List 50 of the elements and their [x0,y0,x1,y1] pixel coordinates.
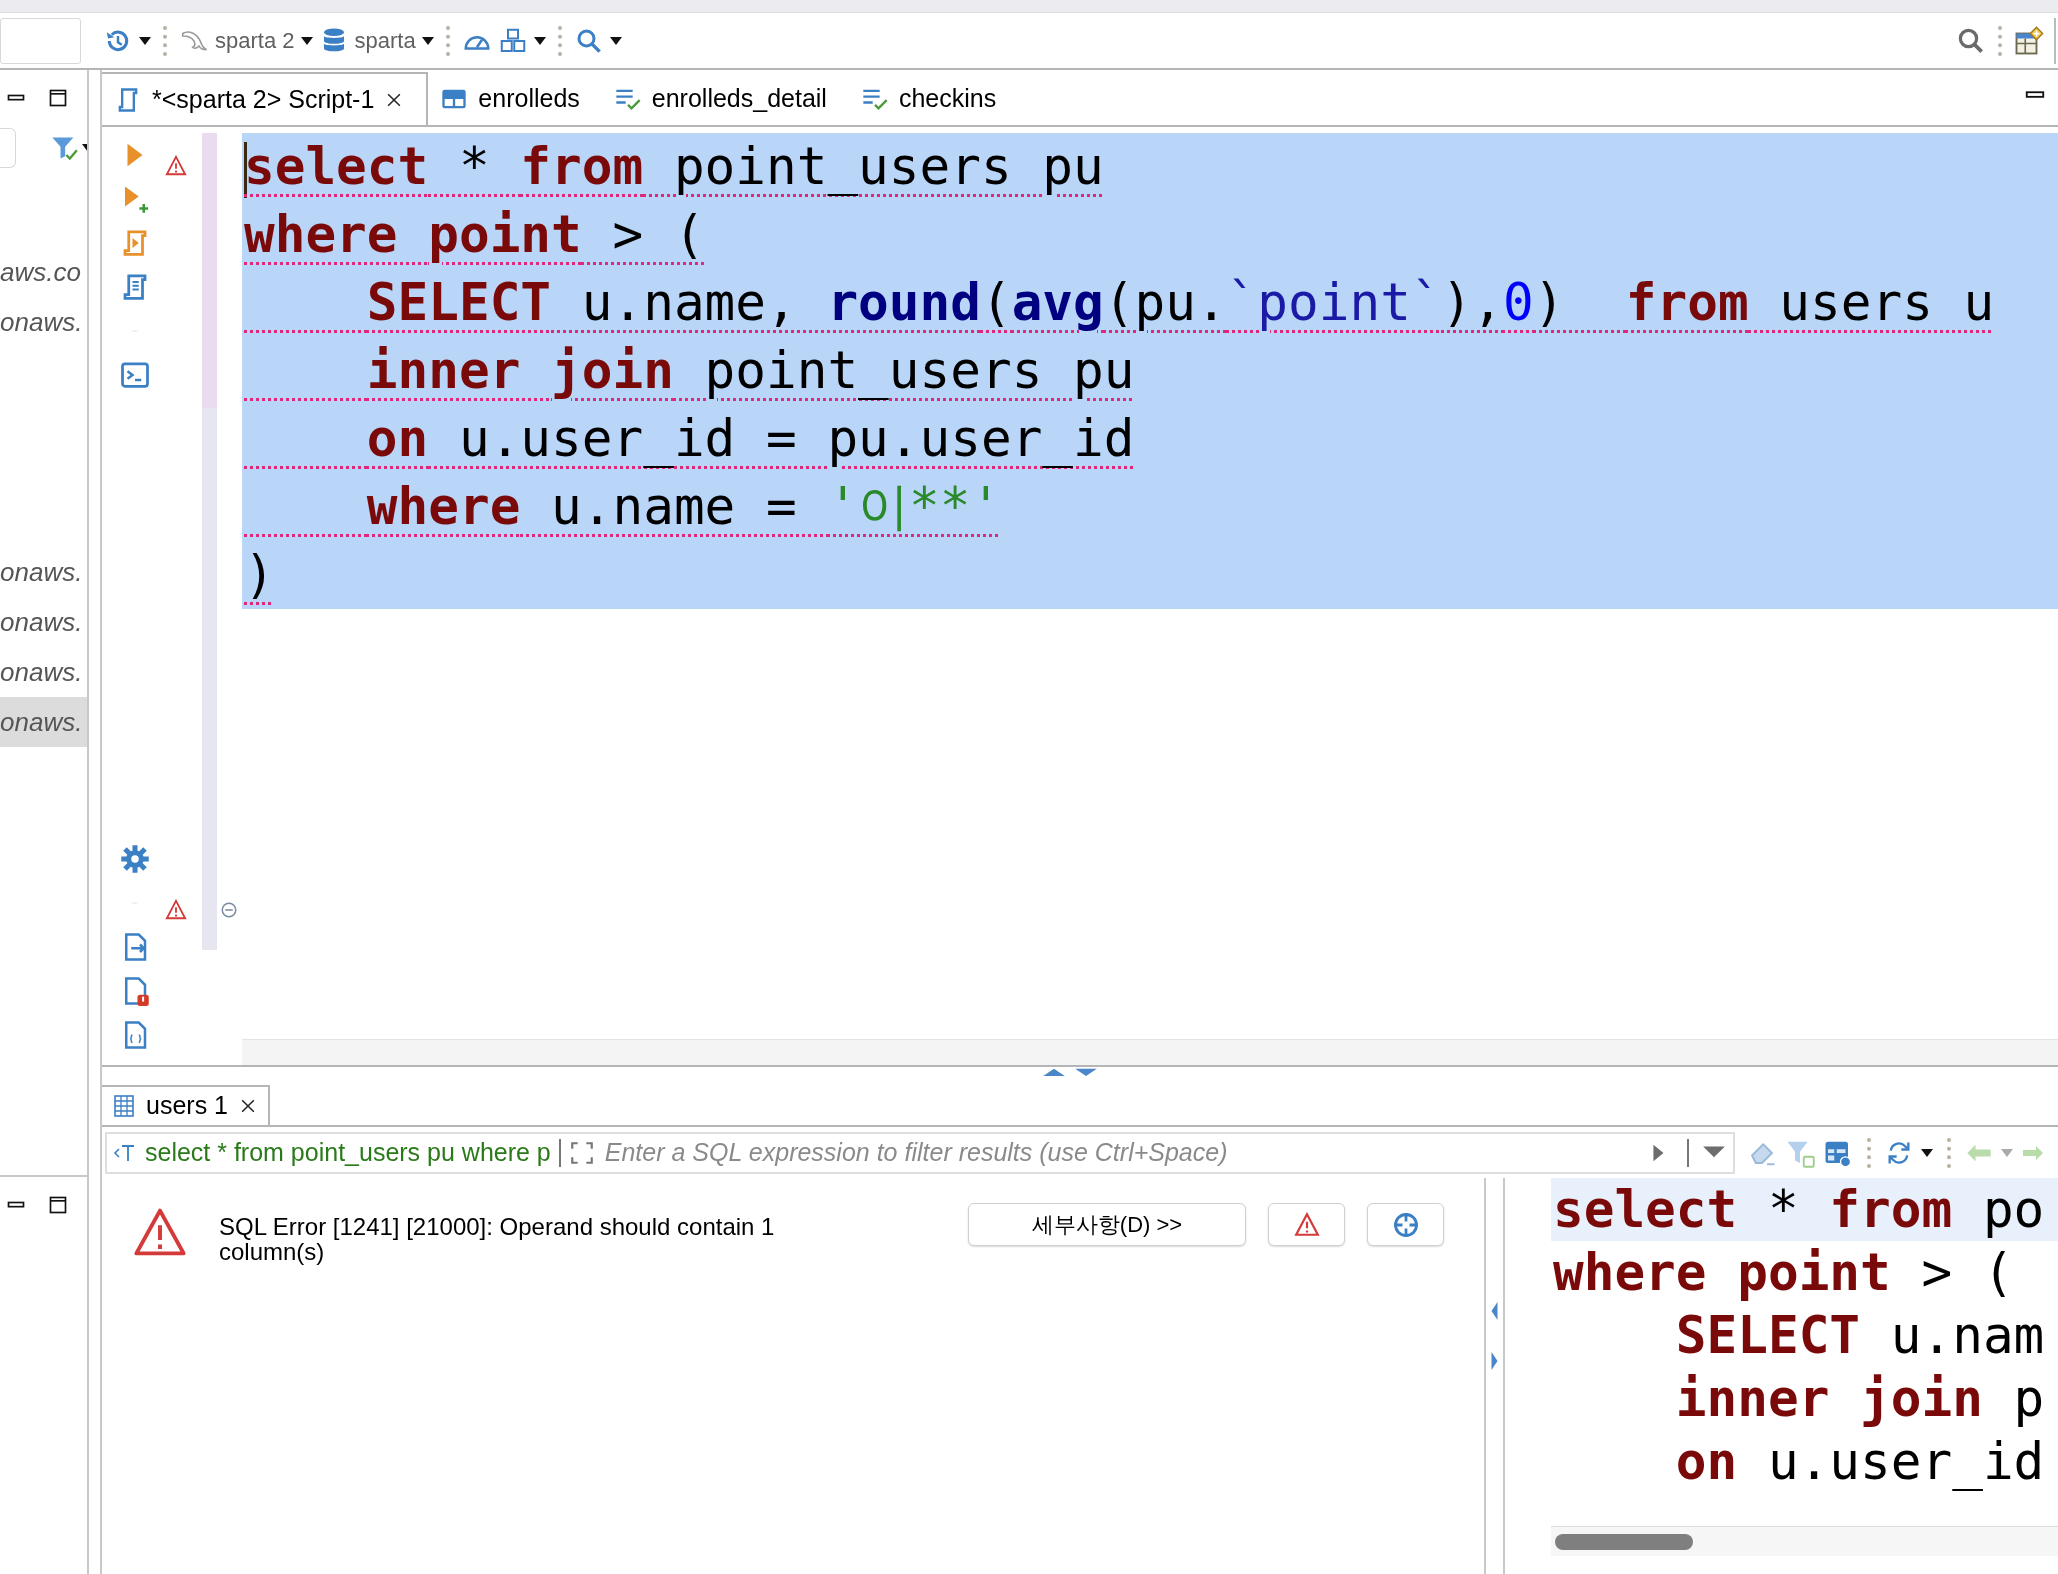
grid-icon [112,1093,136,1119]
terminal-icon[interactable] [120,360,150,390]
input-field[interactable] [0,127,16,168]
connection-label[interactable]: sparta [354,24,416,57]
collapse-icon[interactable] [220,901,238,919]
tree-item[interactable]: onaws. [0,697,87,747]
locate-button[interactable] [1367,1203,1444,1246]
tree-item[interactable]: onaws. [0,597,87,647]
tree-item[interactable]: aws.co [0,247,87,297]
code-line: select * from po [1553,1180,2045,1239]
input-field[interactable] [0,17,81,64]
caret-icon[interactable] [1921,1148,1933,1157]
code-line: where point > ( [1553,1243,2014,1302]
code-line[interactable]: ) [244,545,275,604]
tree-item[interactable]: onaws. [0,647,87,697]
warning-icon [165,899,187,921]
warning-icon [165,155,187,177]
caret-icon[interactable] [609,36,622,45]
caret-icon[interactable] [533,36,546,45]
caret-icon[interactable] [139,36,151,45]
table-add-icon[interactable] [2014,25,2044,56]
scrollbar-thumb[interactable] [1555,1533,1693,1550]
editor-tab[interactable]: enrolleds_detail [601,72,849,125]
editor-tab[interactable]: checkins [848,72,1019,125]
code-line: inner join p [1674,1369,2045,1428]
error-message: SQL Error [1241] [21000]: Operand should contain 1 column(s) [219,1214,776,1265]
editor-tab[interactable]: enrolleds [428,72,602,125]
maximize-icon[interactable] [48,87,68,108]
details-button[interactable]: 세부사항(D) >> [968,1203,1246,1246]
expand-arrow-icon[interactable] [1073,1067,1099,1076]
tree-item[interactable]: onaws. [0,547,87,597]
expand-icon[interactable] [568,1139,595,1166]
result-tab[interactable]: users 1 [102,1085,270,1125]
error-icon [133,1206,187,1258]
crosshair-icon [1391,1210,1420,1239]
filter-field[interactable]: select * from point_users pu where p Enter a SQL expression to filter results (use Ctrl+Space) [105,1131,1735,1174]
warning-icon [1293,1211,1320,1238]
settings-icon[interactable] [120,844,150,874]
maximize-icon[interactable] [48,1194,68,1215]
warning-button[interactable] [1268,1203,1345,1246]
editor-tab[interactable]: *<sparta 2> Script-1 [102,72,429,125]
caret-icon[interactable] [421,36,434,45]
code-line: on u.user_id [1674,1432,2045,1491]
connection-label[interactable]: sparta 2 [215,24,295,57]
query-text: select * from point_users pu where p [145,1136,551,1168]
caret-icon[interactable] [300,36,313,45]
filter-input[interactable]: Enter a SQL expression to filter results (use Ctrl+Space) [602,1132,1639,1173]
code-line: SELECT u.nam [1674,1306,2045,1365]
tree-item[interactable]: onaws. [0,297,87,347]
collapse-arrow-icon[interactable] [1041,1067,1067,1076]
